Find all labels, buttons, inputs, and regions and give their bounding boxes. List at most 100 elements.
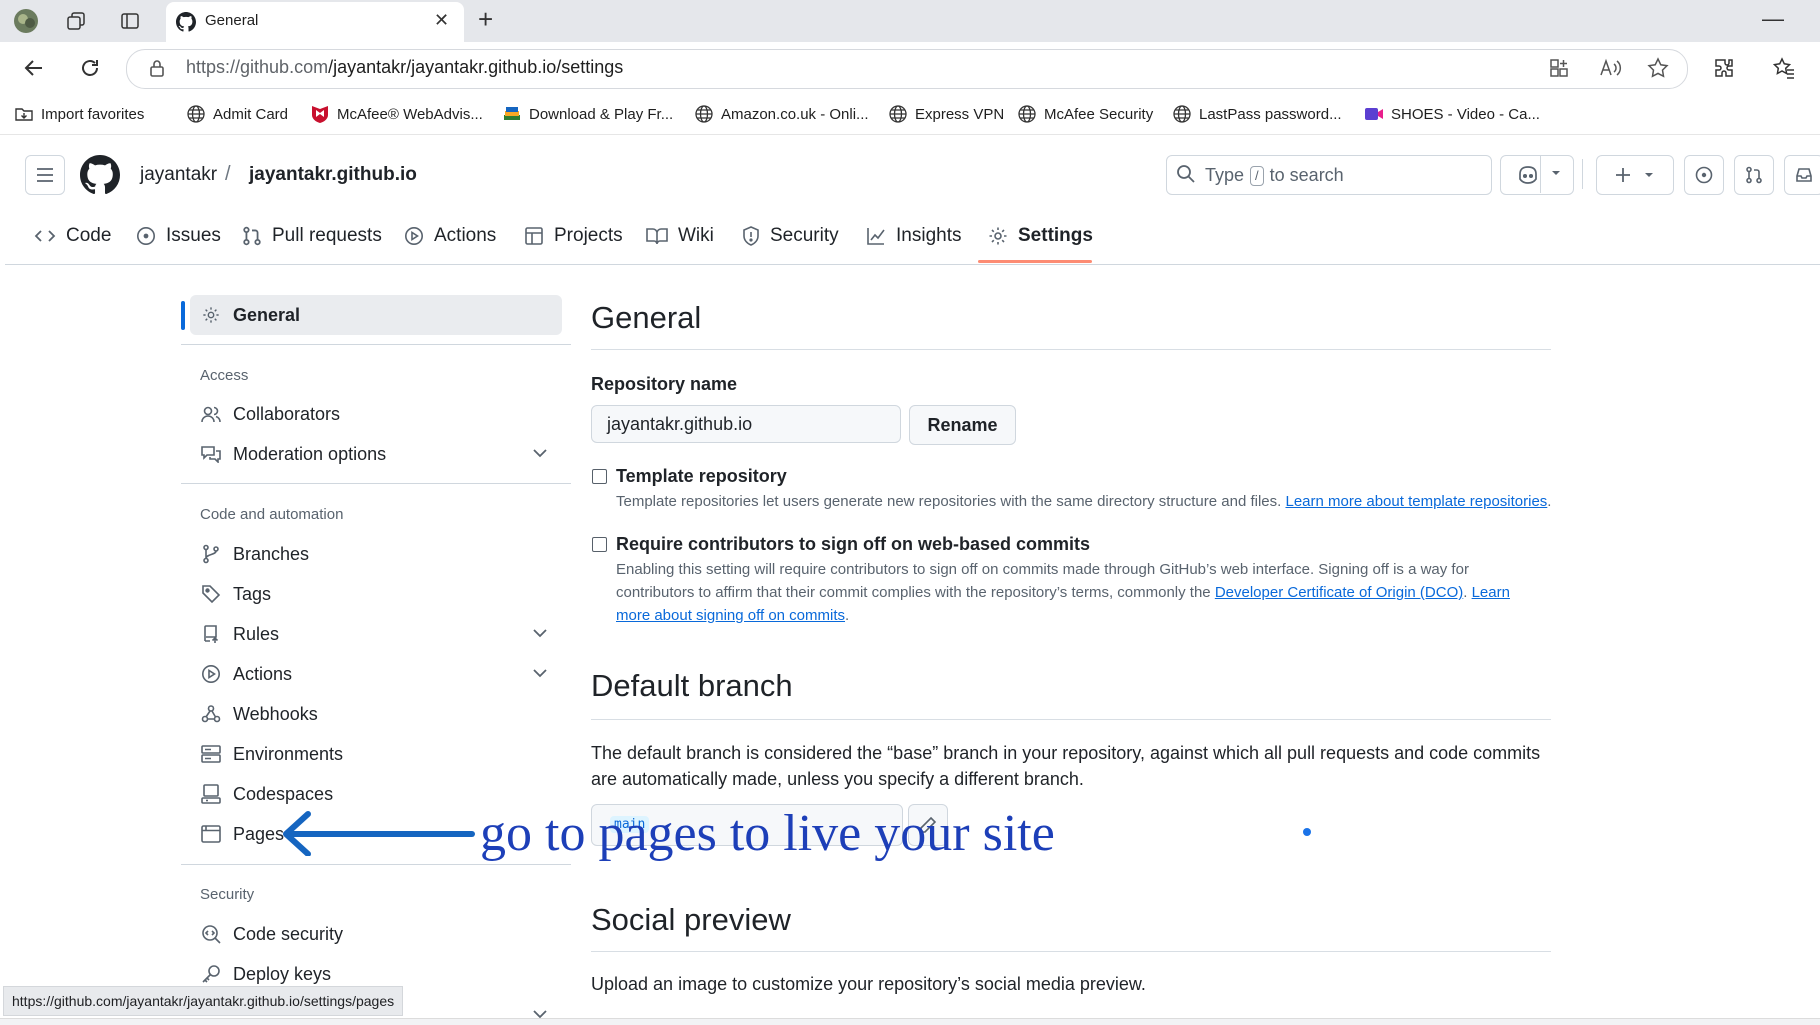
bookmark-amazon[interactable]: Amazon.co.uk - Onli... [694,102,869,126]
vertical-tabs-icon[interactable] [114,6,146,36]
globe-icon [888,104,908,124]
bookmark-mcafee-webadvisor[interactable]: McAfee® WebAdvis... [310,102,483,126]
table-icon [524,226,544,246]
default-branch-desc: The default branch is considered the “ba… [591,743,1541,789]
signoff-checkbox[interactable] [592,537,607,552]
slash-key-hint: / [1250,165,1264,186]
inbox-button[interactable] [1784,155,1820,195]
tab-pull-requests[interactable]: Pull requests [242,222,382,250]
sidebar-item-rules[interactable]: Rules [200,620,279,648]
tab-code[interactable]: Code [34,222,111,250]
new-tab-icon[interactable]: + [478,4,493,35]
tab-insights[interactable]: Insights [866,222,961,250]
section-divider [591,951,1551,952]
sidebar-heading-security: Security [200,886,255,903]
refresh-icon[interactable] [78,56,102,80]
sidebar-item-codespaces[interactable]: Codespaces [200,780,333,808]
sidebar-item-pages[interactable]: Pages [200,820,284,848]
copilot-button[interactable] [1500,155,1574,195]
tab-actions[interactable]: Actions [404,222,496,250]
workspaces-icon[interactable] [60,6,92,36]
bookmark-import-favorites[interactable]: Import favorites [14,102,144,126]
globe-icon [1172,104,1192,124]
sidebar-item-collaborators[interactable]: Collaborators [200,400,340,428]
tab-wiki[interactable]: Wiki [646,222,714,250]
github-favicon-icon [176,12,196,32]
lock-icon[interactable] [148,58,166,78]
sidebar-item-general-label[interactable]: General [200,301,300,329]
search-icon [1176,164,1196,184]
browser-icon [200,825,222,843]
tab-security[interactable]: Security [742,222,839,250]
mcafee-icon [310,104,330,124]
bookmark-mcafee-security[interactable]: McAfee Security [1017,102,1153,126]
repository-name-input[interactable]: jayantakr.github.io [591,405,901,443]
search-placeholder: Type / to search [1205,165,1344,186]
create-new-button[interactable] [1596,155,1674,195]
sidebar-item-moderation[interactable]: Moderation options [200,440,386,468]
rename-button[interactable]: Rename [909,405,1016,445]
sidebar-divider [181,483,571,484]
breadcrumb-repo[interactable]: jayantakr.github.io [249,164,417,186]
bookmark-shoes-video[interactable]: SHOES - Video - Ca... [1364,102,1540,126]
tab-projects[interactable]: Projects [524,222,623,250]
read-aloud-icon[interactable] [1598,56,1622,80]
sidebar-item-tags[interactable]: Tags [200,580,271,608]
gear-icon [200,306,222,324]
url-text[interactable]: https://github.com/jayantakr/jayantakr.g… [186,57,623,78]
pull-requests-button[interactable] [1734,155,1774,195]
repository-name-label: Repository name [591,374,738,394]
sidebar-item-code-security[interactable]: Code security [200,920,343,948]
app-available-icon[interactable] [1548,57,1570,79]
bluestacks-icon [502,104,522,124]
signoff-desc: Enabling this setting will require contr… [616,561,1510,624]
play-icon [200,664,222,684]
profile-avatar-icon[interactable] [10,6,42,36]
sidebar-item-branches[interactable]: Branches [200,540,309,568]
video-icon [1364,104,1384,124]
annotation-text: go to pages to live your site [480,805,1055,862]
template-repository-title: Template repository [616,466,787,486]
git-branch-icon [200,544,222,564]
folder-import-icon [14,104,34,124]
breadcrumb-owner[interactable]: jayantakr [140,164,217,186]
sidebar-item-webhooks[interactable]: Webhooks [200,700,318,728]
hamburger-menu-icon[interactable] [25,155,65,195]
chevron-down-icon[interactable] [1550,168,1562,178]
extensions-icon[interactable] [1712,56,1736,80]
bookmark-express-vpn[interactable]: Express VPN [888,102,1004,126]
chevron-down-icon[interactable] [532,627,548,639]
tag-icon [200,584,222,604]
sidebar-item-environments[interactable]: Environments [200,740,343,768]
chevron-down-icon[interactable] [532,667,548,679]
github-logo-icon[interactable] [80,155,120,195]
bookmark-admit-card[interactable]: Admit Card [186,102,288,126]
issue-icon [136,226,156,246]
sidebar-item-deploy-keys[interactable]: Deploy keys [200,960,331,988]
close-tab-icon[interactable]: ✕ [434,10,449,31]
favorites-list-icon[interactable] [1772,56,1796,80]
people-icon [200,405,222,423]
sidebar-item-actions[interactable]: Actions [200,660,292,688]
back-icon[interactable] [22,56,46,80]
bookmark-download-play[interactable]: Download & Play Fr... [502,102,673,126]
breadcrumb-separator: / [225,163,231,185]
issue-icon [1695,166,1713,184]
template-repository-checkbox[interactable] [592,469,607,484]
dco-link[interactable]: Developer Certificate of Origin (DCO) [1215,584,1463,601]
favorite-star-icon[interactable] [1646,56,1670,80]
tab-issues[interactable]: Issues [136,222,221,250]
bookmark-lastpass[interactable]: LastPass password... [1172,102,1342,126]
active-tab-indicator [978,260,1092,263]
pull-request-icon [242,226,262,246]
issues-button[interactable] [1684,155,1724,195]
active-indicator [181,301,185,330]
sidebar-heading-access: Access [200,367,249,384]
codescan-icon [200,924,222,944]
chevron-down-icon[interactable] [532,447,548,459]
minimize-window-icon[interactable]: — [1762,6,1784,32]
pull-request-icon [1745,166,1763,184]
plus-icon [1615,167,1631,183]
template-learn-more-link[interactable]: Learn more about template repositories [1285,493,1547,510]
tab-settings[interactable]: Settings [988,222,1093,250]
